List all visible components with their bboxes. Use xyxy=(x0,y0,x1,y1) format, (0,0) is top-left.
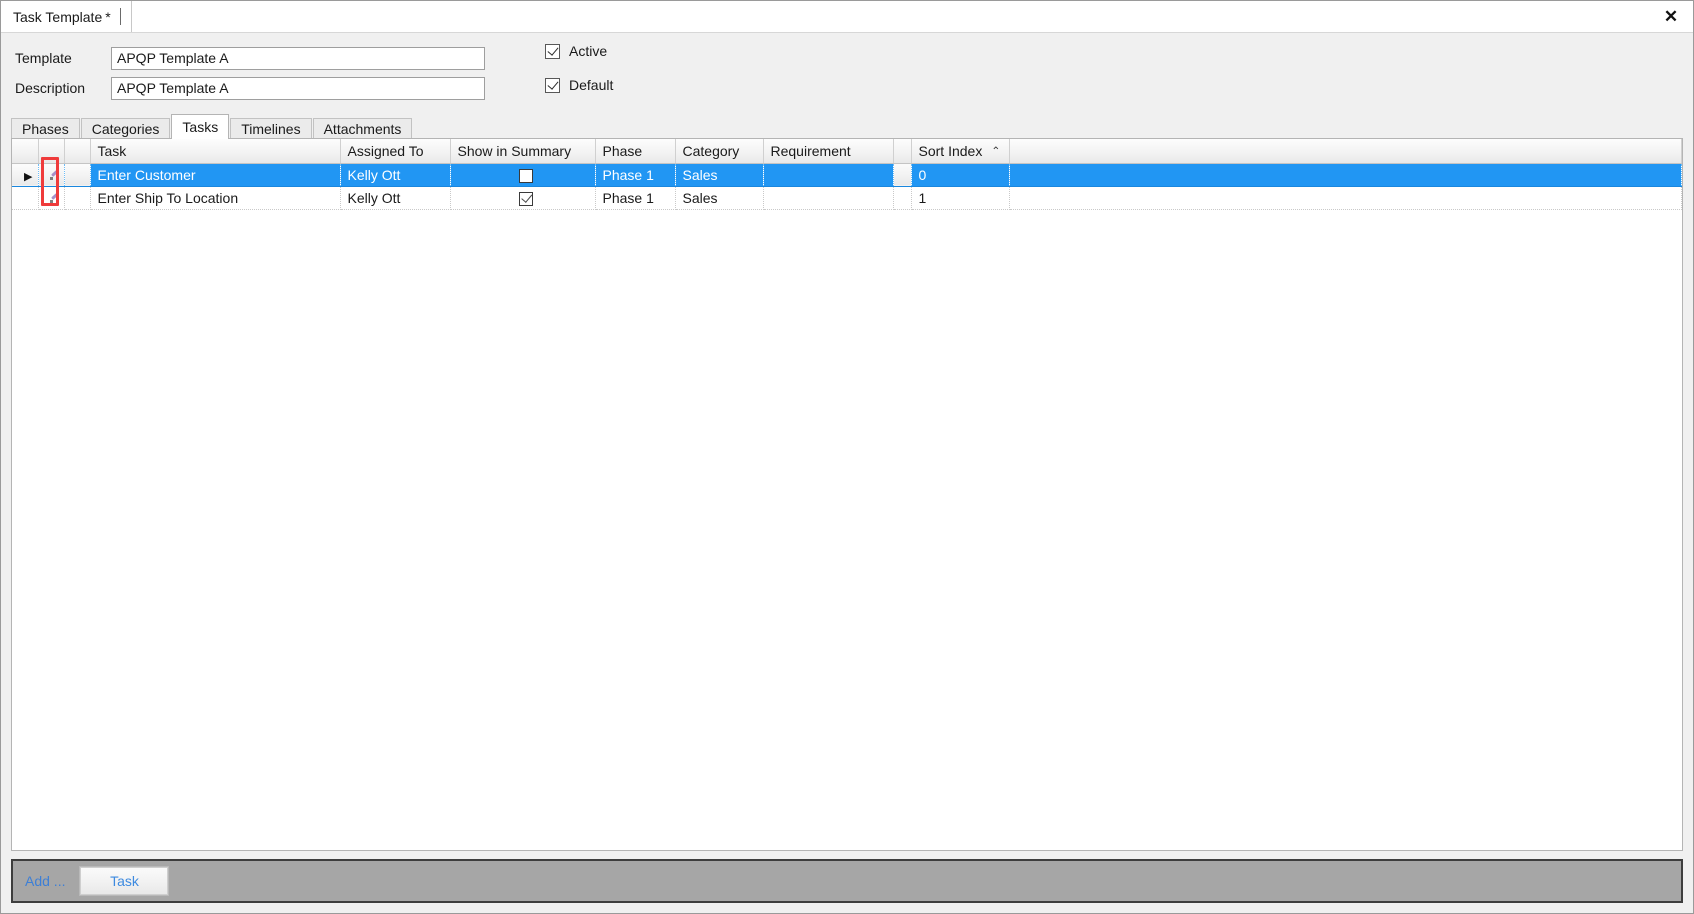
cell-task[interactable]: Enter Ship To Location xyxy=(90,186,341,210)
table-row[interactable]: Enter Ship To Location Kelly Ott Phase 1… xyxy=(12,186,1682,210)
add-task-button[interactable]: Task xyxy=(79,866,170,896)
cell-category[interactable]: Sales xyxy=(675,163,764,187)
template-field-row: Template xyxy=(1,43,1693,73)
show-in-summary-checkbox[interactable] xyxy=(519,191,533,206)
cell-spacer xyxy=(893,186,912,210)
active-label: Active xyxy=(569,43,608,59)
grid-header-spacer xyxy=(893,139,912,164)
tab-tasks[interactable]: Tasks xyxy=(171,114,230,139)
pencil-icon[interactable] xyxy=(50,194,59,203)
tasks-grid: Task Assigned To Show in Summary Phase C… xyxy=(12,139,1682,210)
cell-assigned-to[interactable]: Kelly Ott xyxy=(340,163,451,187)
grid-header-edit xyxy=(38,139,65,164)
cell-requirement[interactable] xyxy=(763,186,894,210)
cell-category[interactable]: Sales xyxy=(675,186,764,210)
cell-phase[interactable]: Phase 1 xyxy=(595,163,676,187)
cell-filler xyxy=(1009,163,1682,187)
pencil-icon[interactable] xyxy=(50,171,59,180)
titlebar-filler xyxy=(131,1,1649,32)
template-input[interactable] xyxy=(111,46,485,70)
grid-header-category[interactable]: Category xyxy=(675,139,764,164)
show-in-summary-checkbox[interactable] xyxy=(519,168,533,183)
grid-header-edit-2 xyxy=(64,139,91,164)
task-template-window: Task Template * ✕ Template Description A… xyxy=(0,0,1694,914)
template-label: Template xyxy=(15,50,72,66)
cell-show-in-summary[interactable] xyxy=(450,186,596,210)
row-edit-cell[interactable] xyxy=(38,186,65,210)
template-header-form: Template Description Active Default xyxy=(1,33,1693,113)
cell-filler xyxy=(1009,186,1682,210)
document-tab-task-template[interactable]: Task Template * xyxy=(1,1,132,32)
cell-sort-index[interactable]: 0 xyxy=(911,163,1010,187)
row-edit-cell[interactable] xyxy=(38,163,65,187)
tab-attachments[interactable]: Attachments xyxy=(312,118,413,139)
grid-header-show-in-summary[interactable]: Show in Summary xyxy=(450,139,596,164)
tasks-grid-panel: Task Assigned To Show in Summary Phase C… xyxy=(11,138,1683,851)
add-action-bar: Add ... Task xyxy=(11,859,1683,903)
default-checkbox-row[interactable]: Default xyxy=(545,70,613,100)
grid-header-indicator xyxy=(12,139,39,164)
row-indicator-cell xyxy=(12,186,39,210)
row-edit-cell-2[interactable] xyxy=(64,163,91,187)
cell-task[interactable]: Enter Customer xyxy=(90,163,341,187)
grid-header-assigned-to[interactable]: Assigned To xyxy=(340,139,451,164)
tab-timelines[interactable]: Timelines xyxy=(230,118,312,139)
titlebar: Task Template * ✕ xyxy=(1,1,1693,33)
grid-header-sort-index-label: Sort Index xyxy=(918,142,983,159)
cell-show-in-summary[interactable] xyxy=(450,163,596,187)
grid-header-requirement[interactable]: Requirement xyxy=(763,139,894,164)
grid-header-task[interactable]: Task xyxy=(90,139,341,164)
default-label: Default xyxy=(569,77,614,93)
tab-categories[interactable]: Categories xyxy=(80,118,171,139)
description-input[interactable] xyxy=(111,76,485,100)
add-label: Add ... xyxy=(25,873,66,889)
grid-header-filler xyxy=(1009,139,1682,164)
document-tab-label: Task Template xyxy=(13,8,103,25)
grid-header-row: Task Assigned To Show in Summary Phase C… xyxy=(12,139,1682,164)
grid-header-phase[interactable]: Phase xyxy=(595,139,676,164)
header-checkbox-group: Active Default xyxy=(545,33,613,100)
row-edit-cell-2[interactable] xyxy=(64,186,91,210)
grid-header-sort-index[interactable]: Sort Index ⌃ xyxy=(911,139,1010,164)
tab-phases[interactable]: Phases xyxy=(11,118,80,139)
default-checkbox[interactable] xyxy=(545,77,560,93)
description-label: Description xyxy=(15,80,86,96)
row-indicator-cell: ▶ xyxy=(12,163,39,187)
section-tabstrip: Phases Categories Tasks Timelines Attach… xyxy=(1,113,1693,139)
unsaved-changes-marker: * xyxy=(105,8,111,25)
table-row[interactable]: ▶ Enter Customer Kelly Ott Phase 1 Sales xyxy=(12,163,1682,187)
current-row-arrow-icon: ▶ xyxy=(24,170,33,183)
description-field-row: Description xyxy=(1,73,1693,103)
cell-requirement[interactable] xyxy=(763,163,894,187)
text-caret xyxy=(119,8,121,25)
cell-assigned-to[interactable]: Kelly Ott xyxy=(340,186,451,210)
cell-sort-index[interactable]: 1 xyxy=(911,186,1010,210)
close-icon[interactable]: ✕ xyxy=(1649,1,1693,32)
sort-ascending-icon: ⌃ xyxy=(991,145,1001,158)
active-checkbox[interactable] xyxy=(545,43,560,59)
cell-phase[interactable]: Phase 1 xyxy=(595,186,676,210)
cell-spacer xyxy=(893,163,912,187)
active-checkbox-row[interactable]: Active xyxy=(545,36,613,66)
